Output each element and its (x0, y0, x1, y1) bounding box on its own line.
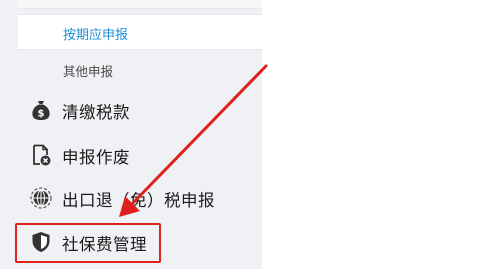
globe-icon (29, 186, 53, 210)
main-content-area (262, 0, 500, 269)
submenu-item-label: 按期应申报 (63, 28, 129, 43)
submenu-item-other-declaration[interactable]: 其他申报 (18, 54, 262, 84)
money-bag-icon: $ (29, 98, 53, 122)
highlight-annotation-box (15, 223, 161, 263)
sidebar-item-label: 申报作废 (62, 148, 130, 167)
sidebar-item-label: 清缴税款 (62, 103, 130, 122)
submenu-item-label: 其他申报 (63, 64, 114, 79)
void-document-icon (29, 143, 53, 167)
sidebar-item-export-refund[interactable]: 出口退（免）税申报 (18, 178, 262, 218)
sidebar-item-tax-payment[interactable]: $ 清缴税款 (18, 90, 262, 130)
svg-text:$: $ (38, 109, 45, 120)
submenu-item-periodic-declaration[interactable]: 按期应申报 (18, 14, 262, 50)
sidebar-item-label: 出口退（免）税申报 (62, 191, 215, 210)
collapsed-submenu-edge (18, 0, 262, 9)
sidebar-item-void-declaration[interactable]: 申报作废 (18, 135, 262, 175)
